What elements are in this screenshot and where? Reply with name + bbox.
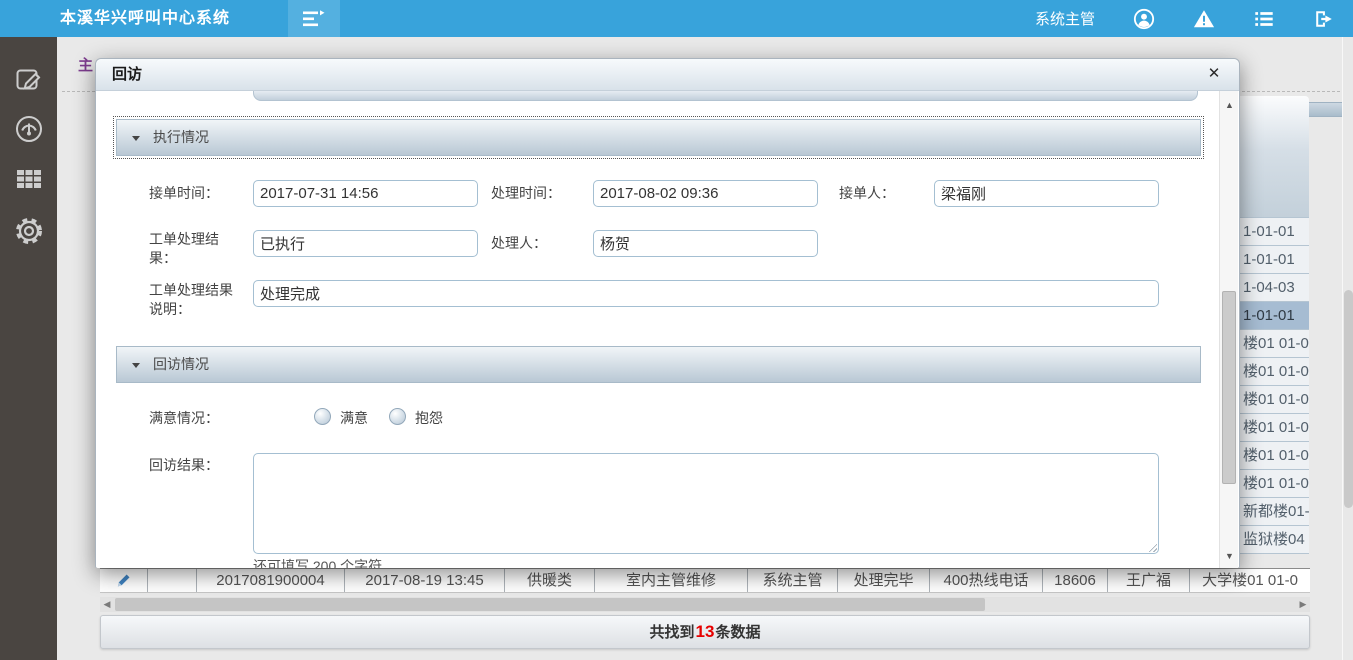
table-row: 楼01 01-0	[1240, 470, 1309, 498]
order-result-input[interactable]	[253, 230, 478, 257]
edit-pencil-icon[interactable]	[116, 573, 131, 588]
row-cell-source: 400热线电话	[930, 569, 1043, 592]
table-row: 楼01 01-0	[1240, 386, 1309, 414]
dialog-scrollbar-thumb[interactable]	[1222, 291, 1236, 484]
receive-time-input[interactable]	[253, 180, 478, 207]
hscroll-thumb[interactable]	[115, 598, 985, 611]
row-cell-name: 王广福	[1108, 569, 1190, 592]
topbar-right-cluster: 系统主管	[1035, 0, 1335, 37]
user-account-icon[interactable]	[1133, 8, 1155, 30]
app-title: 本溪华兴呼叫中心系统	[60, 0, 230, 37]
table-row: 1-04-03	[1240, 274, 1309, 302]
result-count-number: 13	[695, 622, 716, 641]
background-table-header	[1240, 96, 1309, 218]
process-time-label: 处理时间：	[491, 184, 581, 203]
table-row: 监狱楼04 0	[1240, 526, 1309, 554]
sidebar-item-settings[interactable]	[11, 213, 47, 249]
scrolled-panel-edge	[253, 91, 1198, 101]
close-icon[interactable]: ✕	[1205, 65, 1223, 83]
task-list-icon[interactable]	[1253, 8, 1275, 30]
table-row: 楼01 01-0	[1240, 442, 1309, 470]
page-vertical-scrollbar[interactable]	[1342, 37, 1353, 660]
menu-toggle-icon	[302, 10, 326, 28]
order-result-label: 工单处理结果：	[149, 230, 229, 268]
satisfied-radio[interactable]	[314, 408, 331, 425]
table-row: 新都楼01-0	[1240, 498, 1309, 526]
processor-input[interactable]	[593, 230, 818, 257]
sidebar-item-dashboard[interactable]	[11, 111, 47, 147]
edit-icon	[14, 64, 44, 94]
menu-toggle-button[interactable]	[288, 0, 340, 37]
grid-table-icon	[14, 163, 44, 193]
satisfied-radio-label[interactable]: 满意	[340, 409, 368, 428]
row-cell-type: 室内主管维修	[595, 569, 748, 592]
row-cell-operator: 系统主管	[748, 569, 838, 592]
table-horizontal-scrollbar[interactable]: ◀ ▶	[100, 597, 1310, 612]
section-header-execution[interactable]: 执行情况	[116, 119, 1201, 156]
table-row: 楼01 01-0	[1240, 414, 1309, 442]
row-edit-cell[interactable]	[100, 569, 148, 592]
row-cell-order-id: 2017081900004	[197, 569, 345, 592]
hscroll-right-arrow[interactable]: ▶	[1296, 597, 1310, 612]
table-row: 1-01-01	[1240, 218, 1309, 246]
dialog-header[interactable]: 回访 ✕	[96, 59, 1239, 91]
gauge-icon	[14, 114, 44, 144]
dialog-title: 回访	[112, 59, 142, 90]
page-scrollbar-thumb[interactable]	[1344, 290, 1353, 508]
scroll-down-arrow[interactable]: ▼	[1220, 548, 1239, 564]
sidebar-item-work-order[interactable]	[11, 61, 47, 97]
processor-label: 处理人：	[491, 234, 571, 253]
table-row: 楼01 01-0	[1240, 330, 1309, 358]
row-cell-category: 供暖类	[505, 569, 595, 592]
visit-result-label: 回访结果：	[149, 456, 239, 475]
char-count-hint: 还可填写 200 个字符	[253, 556, 382, 568]
dialog-body: 执行情况 接单时间： 处理时间： 接单人： 工单处理结果： 处理人： 工单处理结…	[96, 91, 1239, 568]
dialog-vertical-scrollbar[interactable]: ▲ ▼	[1219, 91, 1238, 568]
sidebar-item-data-table[interactable]	[11, 160, 47, 196]
logout-icon[interactable]	[1313, 8, 1335, 30]
chevron-down-icon	[132, 363, 140, 368]
table-row-selected: 1-01-01	[1240, 302, 1309, 330]
gear-icon	[14, 216, 44, 246]
visit-result-textarea[interactable]	[253, 453, 1159, 554]
row-cell-address: 大学楼01 01-0	[1190, 569, 1310, 592]
result-desc-input[interactable]	[253, 280, 1159, 307]
table-row: 楼01 01-0	[1240, 358, 1309, 386]
receiver-label: 接单人：	[839, 184, 919, 203]
chevron-down-icon	[132, 136, 140, 141]
satisfaction-label: 满意情况：	[149, 409, 249, 428]
topbar: 本溪华兴呼叫中心系统 系统主管	[0, 0, 1353, 37]
warning-alert-icon[interactable]	[1193, 8, 1215, 30]
process-time-input[interactable]	[593, 180, 818, 207]
user-role-menu[interactable]: 系统主管	[1035, 8, 1095, 29]
hscroll-left-arrow[interactable]: ◀	[100, 597, 114, 612]
receive-time-label: 接单时间：	[149, 184, 249, 203]
section-title: 执行情况	[153, 120, 209, 155]
scroll-up-arrow[interactable]: ▲	[1220, 97, 1239, 113]
table-row: 2017081900004 2017-08-19 13:45 供暖类 室内主管维…	[100, 568, 1310, 593]
partial-tab-label: 主	[78, 54, 93, 75]
section-title: 回访情况	[153, 347, 209, 382]
sidebar	[0, 37, 57, 660]
background-table-right-column: 1-01-01 1-01-01 1-04-03 1-01-01 楼01 01-0…	[1240, 96, 1309, 554]
row-cell-datetime: 2017-08-19 13:45	[345, 569, 505, 592]
row-cell-status: 处理完毕	[838, 569, 930, 592]
application-window: 主 1-01-01 1-01-01 1-04-03 1-01-01 楼01 01…	[0, 0, 1353, 660]
receiver-input[interactable]	[934, 180, 1159, 207]
table-row: 1-01-01	[1240, 246, 1309, 274]
complaint-radio[interactable]	[389, 408, 406, 425]
row-empty-cell	[148, 569, 197, 592]
result-count-prefix: 共找到	[650, 624, 695, 641]
result-count-bar: 共找到13条数据	[100, 615, 1310, 649]
followup-dialog: 回访 ✕ 执行情况 接单时间： 处理时间： 接单人： 工单处理结果： 处理人： …	[95, 58, 1240, 568]
complaint-radio-label[interactable]: 抱怨	[415, 409, 443, 428]
result-count-suffix: 条数据	[715, 624, 760, 641]
result-desc-label: 工单处理结果说明：	[149, 281, 241, 319]
section-header-visit[interactable]: 回访情况	[116, 346, 1201, 383]
row-cell-number: 18606	[1043, 569, 1108, 592]
